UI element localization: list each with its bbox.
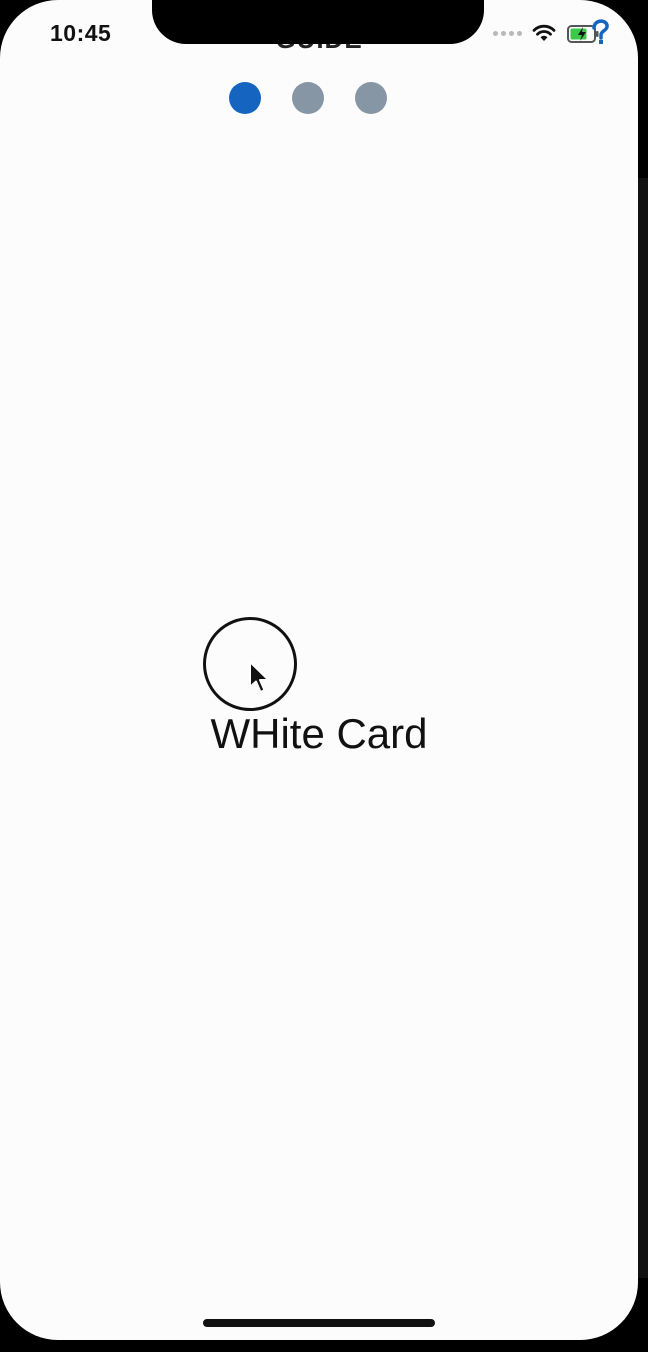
mouse-pointer-icon: [249, 661, 270, 693]
device-notch: [152, 0, 484, 44]
page-indicator: [229, 82, 389, 114]
battery-charging-icon: [567, 19, 609, 44]
wifi-icon: [532, 24, 556, 41]
status-time: 10:45: [50, 20, 112, 46]
right-edge-bar: [638, 178, 648, 1278]
page-dot-1[interactable]: [229, 82, 261, 114]
page-dot-2[interactable]: [292, 82, 324, 114]
signal-dots-icon: [493, 30, 522, 36]
home-indicator[interactable]: [203, 1319, 435, 1327]
status-icons: [493, 16, 610, 50]
page-dot-3[interactable]: [355, 82, 387, 114]
device-frame: GUIDE 10:45: [0, 0, 648, 1352]
card-label: WHite Card: [210, 710, 428, 757]
app-screen: GUIDE 10:45: [0, 0, 638, 1340]
